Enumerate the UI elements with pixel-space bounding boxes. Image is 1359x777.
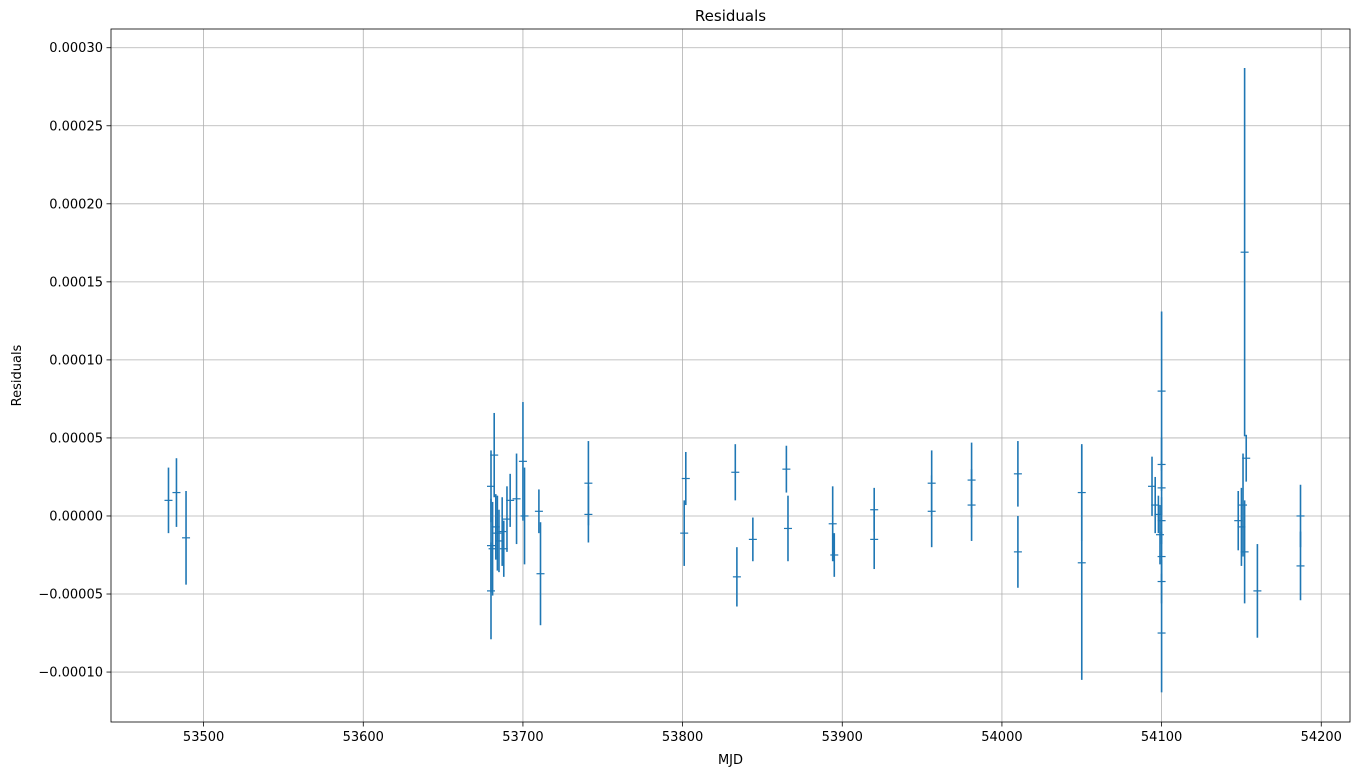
y-tick-label: 0.00000	[49, 509, 103, 524]
y-tick-label: 0.00015	[49, 275, 103, 290]
x-tick-label: 53900	[822, 730, 863, 745]
y-tick-label: 0.00010	[49, 353, 103, 368]
x-axis-label: MJD	[718, 753, 743, 768]
x-tick-label: 53800	[662, 730, 703, 745]
x-tick-label: 54100	[1141, 730, 1182, 745]
x-tick-label: 53600	[343, 730, 384, 745]
x-tick-label: 53500	[183, 730, 224, 745]
x-axis-ticks: 53500 53600 53700 53800 53900 54000 54100 54200	[183, 722, 1342, 745]
plot-background	[111, 29, 1350, 722]
x-tick-label: 53700	[502, 730, 543, 745]
x-tick-label: 54000	[981, 730, 1022, 745]
residuals-chart: 53500 53600 53700 53800 53900 54000 54100 54200…	[10, 7, 1351, 768]
y-tick-label: 0.00030	[49, 41, 103, 56]
y-tick-label: 0.00020	[49, 197, 103, 212]
plot-area	[111, 29, 1350, 722]
y-tick-label: −0.00005	[38, 588, 103, 603]
y-axis-ticks: −0.00010 −0.00005 0.00000 0.00005 0.00010 0.0…	[38, 41, 111, 681]
y-tick-label: −0.00010	[38, 666, 103, 681]
y-tick-label: 0.00005	[49, 431, 103, 446]
y-axis-label: Residuals	[10, 344, 25, 406]
chart-title: Residuals	[695, 7, 766, 25]
x-tick-label: 54200	[1301, 730, 1342, 745]
y-tick-label: 0.00025	[49, 119, 103, 134]
